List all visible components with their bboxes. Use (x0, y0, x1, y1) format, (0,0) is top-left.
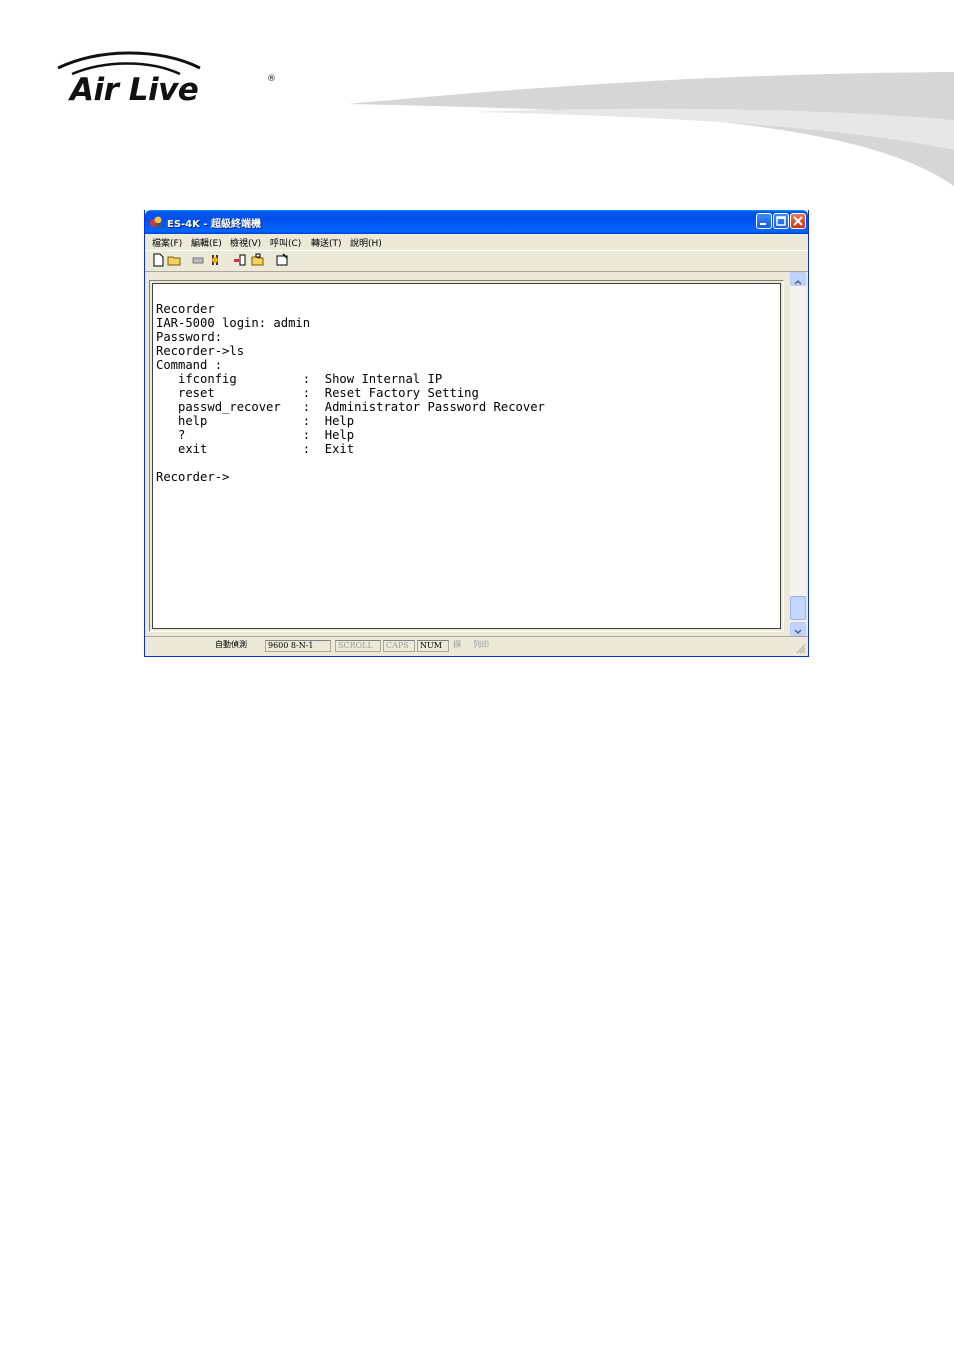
status-detect: 自動偵測 (215, 640, 247, 649)
vertical-scrollbar[interactable] (790, 272, 806, 636)
terminal-line: Recorder (156, 302, 215, 316)
title-bar[interactable]: ES-4K - 超級終端機 (145, 210, 808, 234)
menu-view[interactable]: 檢視(V) (230, 236, 261, 249)
window-title: ES-4K - 超級終端機 (167, 219, 262, 230)
terminal-output: Recorder IAR-5000 login: admin Password:… (156, 302, 545, 484)
properties-icon[interactable] (275, 253, 289, 267)
status-num: NUM (417, 640, 449, 652)
status-port-settings: 9600 8-N-1 (265, 640, 331, 652)
connect-icon[interactable] (208, 253, 222, 267)
terminal-line: Recorder-> (156, 470, 230, 484)
status-capture: 擷 (453, 640, 461, 649)
menu-help[interactable]: 說明(H) (350, 236, 382, 249)
chevron-up-icon (794, 279, 802, 285)
app-icon (150, 216, 162, 227)
menu-edit[interactable]: 編輯(E) (191, 236, 222, 249)
close-button[interactable] (790, 213, 806, 229)
terminal-line: exit : Exit (156, 442, 355, 456)
terminal-frame: Recorder IAR-5000 login: admin Password:… (149, 280, 784, 632)
minimize-button[interactable] (756, 213, 772, 229)
disconnect-icon[interactable] (191, 253, 205, 267)
menu-transfer[interactable]: 轉送(T) (311, 236, 342, 249)
status-scroll: SCROLL (335, 640, 381, 652)
terminal-line: ? : Help (156, 428, 355, 442)
resize-grip-icon[interactable] (796, 644, 806, 654)
maximize-icon (776, 216, 786, 226)
minimize-icon (760, 223, 766, 225)
registered-mark: ® (267, 74, 276, 84)
logo-text: Air Live (70, 72, 199, 108)
scroll-up-button[interactable] (790, 272, 806, 286)
terminal-line: help : Help (156, 414, 355, 428)
terminal-line: Recorder->ls (156, 344, 245, 358)
receive-file-icon[interactable] (250, 253, 264, 267)
toolbar (145, 250, 808, 272)
airlive-logo: Air Live ® (50, 46, 290, 116)
open-folder-icon[interactable] (167, 253, 181, 267)
terminal-line: passwd_recover : Administrator Password … (156, 400, 545, 414)
scroll-thumb[interactable] (790, 596, 806, 620)
maximize-button[interactable] (773, 213, 789, 229)
menu-bar: 檔案(F) 編輯(E) 檢視(V) 呼叫(C) 轉送(T) 說明(H) (145, 234, 808, 250)
send-file-icon[interactable] (233, 253, 247, 267)
new-file-icon[interactable] (151, 253, 165, 267)
status-caps: CAPS (383, 640, 415, 652)
hyperterminal-window: ES-4K - 超級終端機 檔案(F) 編輯(E) 檢視(V) 呼叫(C) 轉送… (144, 210, 809, 657)
terminal-line: ifconfig : Show Internal IP (156, 372, 443, 386)
menu-call[interactable]: 呼叫(C) (270, 236, 301, 249)
status-print: 列印 (473, 640, 489, 649)
terminal-line: Password: (156, 330, 223, 344)
scroll-down-button[interactable] (790, 622, 806, 636)
terminal-line: Command : (156, 358, 223, 372)
close-icon (793, 216, 803, 226)
terminal-line: reset : Reset Factory Setting (156, 386, 479, 400)
menu-file[interactable]: 檔案(F) (152, 236, 182, 249)
terminal-line: IAR-5000 login: admin (156, 316, 311, 330)
status-bar: 自動偵測 9600 8-N-1 SCROLL CAPS NUM 擷 列印 (145, 636, 808, 656)
terminal-screen[interactable]: Recorder IAR-5000 login: admin Password:… (152, 283, 781, 629)
